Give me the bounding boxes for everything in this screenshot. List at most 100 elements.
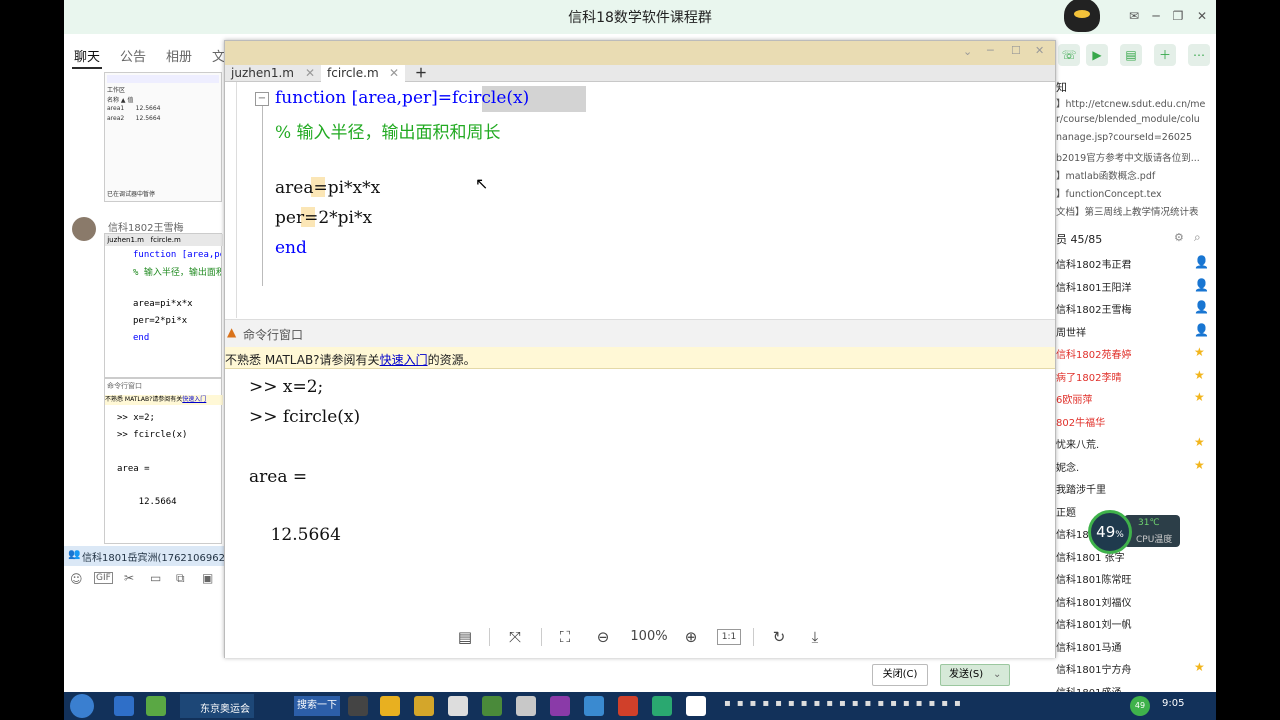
onenote-icon[interactable] xyxy=(550,696,570,716)
app-icon[interactable] xyxy=(146,696,166,716)
terminal-icon[interactable] xyxy=(482,696,502,716)
member-item[interactable]: 信科1801陈常旺 xyxy=(1054,567,1216,589)
notice-item[interactable]: b2019官方参考中文版请各位到... xyxy=(1056,150,1214,164)
video-icon[interactable]: ▶ xyxy=(1086,44,1108,66)
gif-icon[interactable]: GIF xyxy=(94,572,113,584)
close-window-button[interactable]: ✕ xyxy=(1194,8,1210,24)
member-item[interactable]: 信科1801王阳洋 👤 xyxy=(1054,275,1216,297)
member-item[interactable]: 妮念. ★ xyxy=(1054,455,1216,477)
notice-item[interactable]: nanage.jsp?courseId=26025 xyxy=(1056,132,1214,143)
mail-icon[interactable]: ✉ xyxy=(1126,8,1142,24)
maximize-button[interactable]: ❐ xyxy=(1170,8,1186,24)
ie-icon[interactable] xyxy=(114,696,134,716)
tab-fcircle[interactable]: fcircle.m ✕ xyxy=(321,65,405,82)
member-name: 我踏涉千里 xyxy=(1056,485,1106,496)
notice-item[interactable]: 】matlab函数概念.pdf xyxy=(1056,168,1214,182)
thumbnails-icon[interactable]: ▤ xyxy=(453,626,477,648)
thumb-workspace-label: 工作区 xyxy=(107,87,126,94)
tab-announcement[interactable]: 公告 xyxy=(120,46,146,65)
emoji-icon[interactable]: ☺ xyxy=(70,572,83,586)
member-item[interactable]: 忧来八荒. ★ xyxy=(1054,432,1216,454)
folder-icon[interactable]: ▭ xyxy=(150,571,161,585)
user-icon: 👥 xyxy=(68,549,81,560)
more-icon[interactable]: ⋯ xyxy=(1188,44,1210,66)
member-item[interactable]: 信科1802韦正君 👤 xyxy=(1054,252,1216,274)
add-app-icon[interactable]: ＋ xyxy=(1154,44,1176,66)
member-item[interactable]: 802牛福华 xyxy=(1054,410,1216,432)
tab-juzhen1[interactable]: juzhen1.m ✕ xyxy=(225,65,321,82)
penguin-icon[interactable] xyxy=(686,696,706,716)
notice-item[interactable]: 文档】第三周线上教学情况统计表 xyxy=(1056,204,1214,218)
start-button[interactable] xyxy=(70,694,94,718)
member-item[interactable]: 病了1802李晴 ★ xyxy=(1054,365,1216,387)
tab-label: fcircle.m xyxy=(327,66,379,80)
system-tray-icons[interactable]: ▪▪▪▪▪▪▪▪▪▪▪▪▪▪▪▪▪▪▪ xyxy=(724,698,1084,714)
shared-image-workspace[interactable]: 工作区 名称 ▲ 值 area1 12.5664 area2 12.5664 已… xyxy=(104,72,222,202)
cpu-tray-icon[interactable]: 49 xyxy=(1130,696,1150,716)
avatar[interactable] xyxy=(72,217,96,241)
fullscreen-icon[interactable]: ⛶ xyxy=(553,626,577,648)
minimize-button[interactable]: ─ xyxy=(987,44,994,57)
screenshot-icon[interactable]: ⧉ xyxy=(176,571,185,586)
taskbar-app[interactable]: 东京奥运会 xyxy=(180,694,254,718)
chevron-down-icon[interactable]: ⌄ xyxy=(993,665,1001,685)
notice-item[interactable]: 】http://etcnew.sdut.edu.cn/me xyxy=(1056,96,1214,110)
calculator-icon[interactable] xyxy=(584,696,604,716)
member-item[interactable]: 信科1801马通 xyxy=(1054,635,1216,657)
notice-item[interactable]: 】functionConcept.tex xyxy=(1056,186,1214,200)
notice-item[interactable]: r/course/blended_module/colu xyxy=(1056,114,1214,125)
search-icon[interactable]: ⌕ xyxy=(1194,230,1201,245)
member-item[interactable]: 信科1802王雪梅 👤 xyxy=(1054,297,1216,319)
member-item[interactable]: 信科1802苑春婷 ★ xyxy=(1054,342,1216,364)
chevron-down-icon[interactable]: ⌄ xyxy=(963,45,972,58)
quick-start-link[interactable]: 快速入门 xyxy=(380,353,428,367)
fit-screen-icon[interactable]: ⤧ xyxy=(503,626,527,648)
tab-chat[interactable]: 聊天 xyxy=(74,46,100,65)
actual-size-button[interactable]: 1:1 xyxy=(717,629,741,645)
minimize-button[interactable]: ─ xyxy=(1148,8,1164,24)
excel-icon[interactable] xyxy=(448,696,468,716)
fold-icon[interactable]: − xyxy=(255,92,269,106)
member-item[interactable]: 周世祥 👤 xyxy=(1054,320,1216,342)
media-icon[interactable] xyxy=(348,696,368,716)
person-icon: 👤 xyxy=(1194,322,1209,337)
close-viewer-button[interactable]: ✕ xyxy=(1035,44,1044,57)
matlab-icon[interactable] xyxy=(618,696,638,716)
new-tab-button[interactable]: ＋ xyxy=(409,65,435,82)
thumb-cmd-line: area = xyxy=(117,464,150,474)
shared-image-editor[interactable]: juzhen1.m fcircle.m function [area,per]=… xyxy=(104,233,223,378)
settings-icon[interactable]: ⚙ xyxy=(1174,231,1184,244)
member-item[interactable]: 信科1801宁方舟 ★ xyxy=(1054,657,1216,679)
shared-image-command-window[interactable]: 命令行窗口 不熟悉 MATLAB?请参阅有关快速入门 >> x=2; >> fc… xyxy=(104,378,223,544)
tab-album[interactable]: 相册 xyxy=(166,46,192,65)
word-icon[interactable] xyxy=(516,696,536,716)
member-name: 病了1802李晴 xyxy=(1056,372,1122,384)
homework-icon[interactable]: ▤ xyxy=(1120,44,1142,66)
thumb-file-row xyxy=(107,75,219,83)
maximize-button[interactable]: ☐ xyxy=(1011,44,1021,57)
send-button[interactable]: 发送(S) ⌄ xyxy=(940,664,1010,686)
cpu-monitor-widget[interactable]: 31℃ CPU温度 49% xyxy=(1088,510,1182,554)
scissors-icon[interactable]: ✂ xyxy=(124,571,134,585)
rotate-icon[interactable]: ↻ xyxy=(767,626,791,648)
code-editor[interactable]: − function [area,per]=fcircle(x) % 输入半径，… xyxy=(225,82,1055,318)
search-button[interactable]: 搜索一下 xyxy=(294,696,340,716)
chrome-icon[interactable] xyxy=(380,696,400,716)
phone-icon[interactable]: ☏ xyxy=(1058,44,1080,66)
close-tab-icon[interactable]: ✕ xyxy=(305,65,315,82)
command-window[interactable]: >> x=2; >> fcircle(x) area = 12.5664 xyxy=(245,369,1055,611)
member-item[interactable]: 6欧丽萍 ★ xyxy=(1054,387,1216,409)
qq-icon[interactable] xyxy=(652,696,672,716)
zoom-out-icon[interactable]: ⊖ xyxy=(591,626,615,648)
member-item[interactable]: 信科1801刘福仪 xyxy=(1054,590,1216,612)
send-label: 发送(S) xyxy=(949,669,984,680)
close-button[interactable]: 关闭(C) xyxy=(872,664,928,686)
viewer-toolbar: ▤ ⤧ ⛶ ⊖ 100% ⊕ 1:1 ↻ ⤓ xyxy=(225,616,1055,658)
image-icon[interactable]: ▣ xyxy=(202,571,213,585)
member-item[interactable]: 信科1801刘一帆 xyxy=(1054,612,1216,634)
member-item[interactable]: 我踏涉千里 xyxy=(1054,477,1216,499)
download-icon[interactable]: ⤓ xyxy=(803,626,827,648)
zoom-in-icon[interactable]: ⊕ xyxy=(679,626,703,648)
close-tab-icon[interactable]: ✕ xyxy=(389,65,399,82)
folder-icon[interactable] xyxy=(414,696,434,716)
